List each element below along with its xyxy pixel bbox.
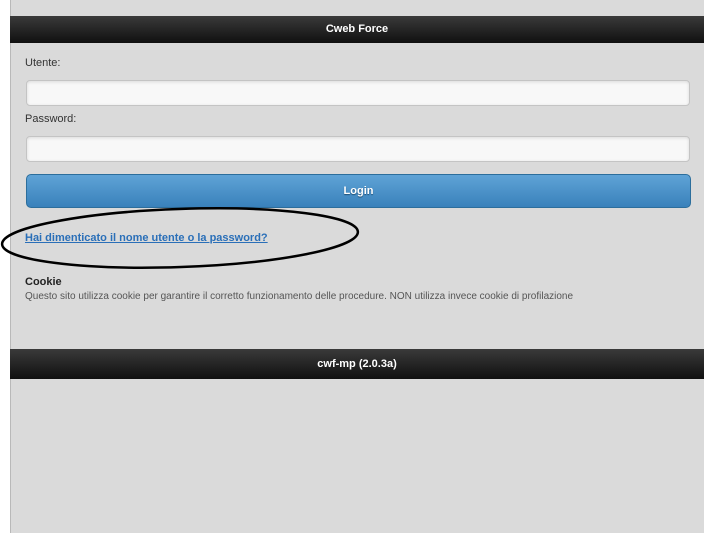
- app-title: Cweb Force: [325, 23, 389, 35]
- app-footer: cwf-mp (2.0.3a): [10, 349, 704, 379]
- page-frame: Cweb Force Utente: Password: Login Hai d…: [10, 0, 704, 533]
- password-input[interactable]: [26, 136, 690, 162]
- login-button[interactable]: Login: [26, 174, 691, 208]
- cookie-title: Cookie: [25, 276, 62, 288]
- app-header: Cweb Force: [10, 16, 704, 43]
- forgot-credentials-link[interactable]: Hai dimenticato il nome utente o la pass…: [25, 232, 268, 244]
- username-input[interactable]: [26, 80, 690, 106]
- password-label: Password:: [25, 113, 77, 125]
- version-label: cwf-mp (2.0.3a): [317, 358, 397, 370]
- username-label: Utente:: [25, 57, 61, 69]
- cookie-notice: Questo sito utilizza cookie per garantir…: [25, 291, 574, 302]
